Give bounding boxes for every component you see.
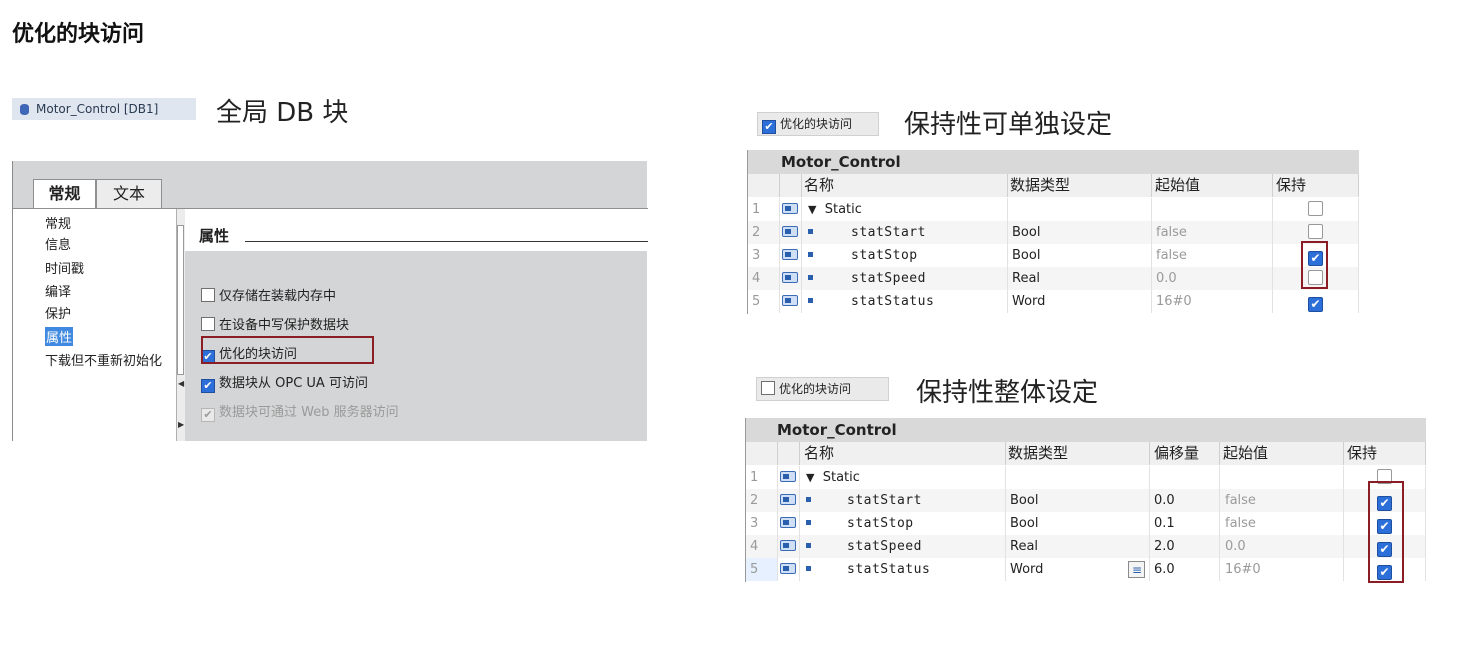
properties-nav: 常规 信息 时间戳 编译 保护 属性 下载但不重新初始化	[13, 209, 179, 441]
table-row[interactable]: 2 statStart Bool false	[748, 221, 1359, 244]
nav-scrollbar-thumb[interactable]	[177, 225, 184, 375]
variable-icon	[780, 471, 796, 482]
collapse-left-icon[interactable]: ◀	[178, 379, 184, 388]
variable-icon	[780, 540, 796, 551]
checkbox-load-memory-only[interactable]	[201, 288, 215, 302]
option-opc-ua[interactable]: ✔ 数据块从 OPC UA 可访问	[201, 372, 368, 393]
optimized-access-toggle-off[interactable]: 优化的块访问	[756, 377, 889, 401]
retain-table-individual: Motor_Control 名称 数据类型 起始值 保持 1 ▼ Static …	[747, 150, 1359, 314]
attributes-section-title: 属性	[199, 227, 230, 245]
toggle-checkbox[interactable]: ✔	[762, 120, 776, 134]
table-row[interactable]: 5 statStatus Word 16#0 ✔	[748, 290, 1359, 313]
retain-table-global: Motor_Control 名称 数据类型 偏移量 起始值 保持 1 ▼ Sta…	[745, 418, 1426, 582]
retain-individual-caption: 保持性可单独设定	[904, 110, 1113, 140]
db-block-chip[interactable]: Motor_Control [DB1]	[12, 98, 196, 120]
col-start-value[interactable]: 起始值	[1152, 174, 1273, 197]
datatype-picker-button[interactable]	[1128, 559, 1145, 582]
table-title: Motor_Control	[746, 418, 1426, 442]
highlight-global-retain	[1368, 481, 1404, 583]
optimized-access-toggle-on[interactable]: ✔ 优化的块访问	[757, 112, 879, 136]
expand-right-icon[interactable]: ▶	[178, 420, 184, 429]
tab-general[interactable]: 常规	[33, 179, 96, 209]
nav-item-compile[interactable]: 编译	[45, 281, 71, 300]
nav-item-attributes[interactable]: 属性	[45, 327, 74, 346]
variable-icon	[782, 249, 798, 260]
collapse-triangle-icon[interactable]: ▼	[808, 203, 816, 216]
col-datatype[interactable]: 数据类型	[1008, 174, 1152, 197]
table-header-row: 名称 数据类型 偏移量 起始值 保持	[746, 442, 1426, 465]
global-db-caption: 全局 DB 块	[216, 98, 349, 128]
col-name[interactable]: 名称	[800, 442, 1006, 465]
option-load-memory-only[interactable]: 仅存储在装载内存中	[201, 285, 336, 304]
table-row[interactable]: 1 ▼ Static	[748, 198, 1359, 221]
col-offset[interactable]: 偏移量	[1150, 442, 1220, 465]
variable-icon	[780, 563, 796, 574]
collapse-triangle-icon[interactable]: ▼	[806, 471, 814, 484]
checkbox-write-protect[interactable]	[201, 317, 215, 331]
nav-item-protection[interactable]: 保护	[45, 303, 71, 322]
nav-item-download-without-reinit[interactable]: 下载但不重新初始化	[45, 350, 162, 369]
col-start-value[interactable]: 起始值	[1220, 442, 1344, 465]
retain-global-caption: 保持性整体设定	[916, 378, 1099, 408]
nav-item-general[interactable]: 常规	[45, 213, 71, 232]
nav-item-info[interactable]: 信息	[45, 234, 71, 253]
table-row[interactable]: 3 statStop Bool 0.1 false ✔	[746, 512, 1426, 535]
highlight-optimized-access	[201, 336, 374, 364]
toggle-checkbox[interactable]	[761, 381, 775, 395]
variable-icon	[782, 203, 798, 214]
col-retain[interactable]: 保持	[1344, 442, 1426, 465]
attributes-header-area	[185, 209, 648, 251]
retain-checkbox[interactable]: ✔	[1308, 297, 1323, 312]
table-row[interactable]: 3 statStop Bool false ✔	[748, 244, 1359, 267]
option-write-protect[interactable]: 在设备中写保护数据块	[201, 314, 349, 333]
table-row[interactable]: 1 ▼ Static	[746, 466, 1426, 489]
db-block-label: Motor_Control [DB1]	[36, 102, 159, 116]
retain-checkbox[interactable]	[1308, 201, 1323, 216]
col-datatype[interactable]: 数据类型	[1006, 442, 1150, 465]
variable-icon	[780, 494, 796, 505]
section-divider	[245, 241, 648, 242]
table-title: Motor_Control	[748, 150, 1359, 174]
table-row[interactable]: 5 statStatus Word 6.0 16#0 ✔	[746, 558, 1426, 582]
database-icon	[20, 104, 29, 115]
highlight-individual-retain	[1301, 241, 1328, 289]
col-retain[interactable]: 保持	[1273, 174, 1359, 197]
variable-icon	[782, 226, 798, 237]
table-row[interactable]: 4 statSpeed Real 2.0 0.0 ✔	[746, 535, 1426, 558]
table-row[interactable]: 4 statSpeed Real 0.0	[748, 267, 1359, 290]
nav-item-timestamp[interactable]: 时间戳	[45, 258, 84, 277]
table-header-row: 名称 数据类型 起始值 保持	[748, 174, 1359, 197]
tab-text[interactable]: 文本	[96, 179, 162, 209]
checkbox-web-server: ✔	[201, 408, 215, 422]
variable-icon	[782, 272, 798, 283]
variable-icon	[782, 295, 798, 306]
col-name[interactable]: 名称	[802, 174, 1008, 197]
page-title: 优化的块访问	[12, 22, 145, 47]
table-row[interactable]: 2 statStart Bool 0.0 false ✔	[746, 489, 1426, 512]
option-web-server: ✔ 数据块可通过 Web 服务器访问	[201, 401, 399, 422]
checkbox-opc-ua[interactable]: ✔	[201, 379, 215, 393]
variable-icon	[780, 517, 796, 528]
retain-checkbox[interactable]	[1308, 224, 1323, 239]
